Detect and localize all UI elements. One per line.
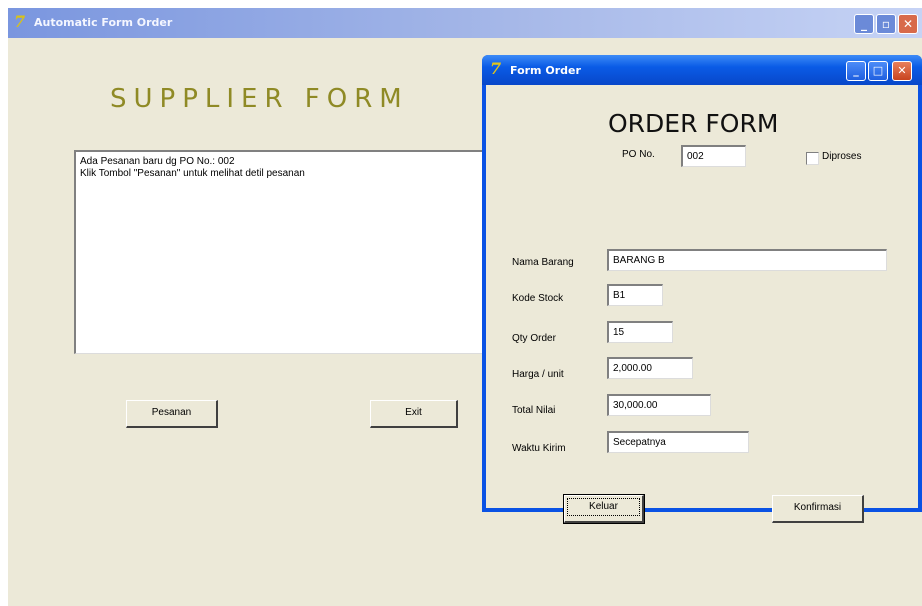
dialog-titlebar[interactable]: 7 Form Order _ □ ✕ xyxy=(482,55,922,85)
minimize-icon[interactable]: _ xyxy=(854,14,874,34)
harga-unit-field[interactable]: 2,000.00 xyxy=(607,357,693,379)
qty-order-label: Qty Order xyxy=(512,333,556,344)
app-icon: 7 xyxy=(490,59,502,78)
memo-line: Klik Tombol "Pesanan" untuk melihat deti… xyxy=(80,168,305,179)
po-no-field[interactable]: 002 xyxy=(681,145,746,167)
total-nilai-field[interactable]: 30,000.00 xyxy=(607,394,711,416)
total-nilai-label: Total Nilai xyxy=(512,405,556,416)
kode-stock-field[interactable]: B1 xyxy=(607,284,663,306)
keluar-button[interactable]: Keluar xyxy=(563,494,645,524)
konfirmasi-button[interactable]: Konfirmasi xyxy=(772,495,864,523)
restore-icon[interactable]: ▫ xyxy=(876,14,896,34)
dialog-title: Form Order xyxy=(510,64,581,77)
pesanan-button[interactable]: Pesanan xyxy=(126,400,218,428)
nama-barang-field[interactable]: BARANG B xyxy=(607,249,887,271)
qty-order-field[interactable]: 15 xyxy=(607,321,673,343)
diproses-label: Diproses xyxy=(822,151,862,162)
keluar-button-label: Keluar xyxy=(567,498,640,516)
close-icon[interactable]: ✕ xyxy=(892,61,912,81)
po-no-label: PO No. xyxy=(622,149,655,160)
close-icon[interactable]: ✕ xyxy=(898,14,918,34)
maximize-icon[interactable]: □ xyxy=(868,61,888,81)
memo-line: Ada Pesanan baru dg PO No.: 002 xyxy=(80,156,235,167)
main-window-title: Automatic Form Order xyxy=(34,16,173,29)
exit-button[interactable]: Exit xyxy=(370,400,458,428)
form-order-dialog: 7 Form Order _ □ ✕ ORDER FORM PO No. 002… xyxy=(482,55,922,524)
harga-unit-label: Harga / unit xyxy=(512,369,564,380)
app-icon: 7 xyxy=(14,12,26,31)
nama-barang-label: Nama Barang xyxy=(512,257,574,268)
kode-stock-label: Kode Stock xyxy=(512,293,564,304)
dialog-body: ORDER FORM PO No. 002 Diproses Nama Bara… xyxy=(486,85,918,524)
notification-memo[interactable]: Ada Pesanan baru dg PO No.: 002 Klik Tom… xyxy=(74,150,504,354)
order-form-heading: ORDER FORM xyxy=(608,109,779,138)
minimize-icon[interactable]: _ xyxy=(846,61,866,81)
main-titlebar[interactable]: 7 Automatic Form Order _ ▫ ✕ xyxy=(8,8,922,38)
waktu-kirim-field[interactable]: Secepatnya xyxy=(607,431,749,453)
waktu-kirim-label: Waktu Kirim xyxy=(512,443,566,454)
diproses-checkbox[interactable] xyxy=(806,152,819,165)
supplier-form-heading: SUPPLIER FORM xyxy=(110,84,409,114)
